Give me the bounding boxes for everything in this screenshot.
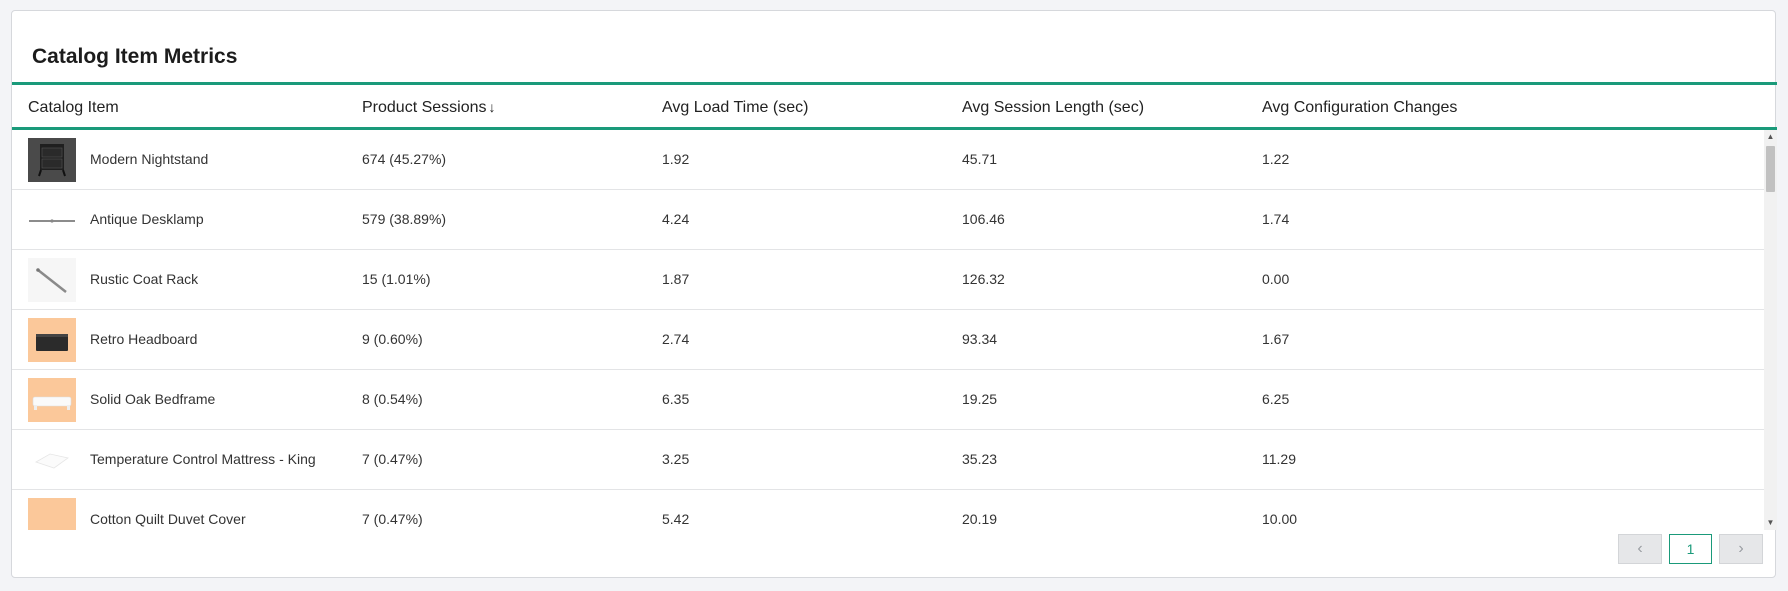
chevron-left-icon: ‹ bbox=[1637, 540, 1643, 557]
product-thumbnail bbox=[28, 138, 76, 182]
pagination: ‹ 1 › bbox=[1618, 534, 1763, 564]
cell-load-time: 5.42 bbox=[662, 511, 690, 527]
cell-item: Cotton Quilt Duvet Cover bbox=[90, 511, 246, 527]
cell-load-time: 4.24 bbox=[662, 211, 690, 227]
table-row[interactable]: Solid Oak Bedframe 8 (0.54%) 6.35 19.25 … bbox=[12, 370, 1764, 430]
cell-load-time: 6.35 bbox=[662, 391, 690, 407]
table-header: Catalog Item Product Sessions ↓ Avg Load … bbox=[12, 85, 1777, 127]
cell-sessions: 674 (45.27%) bbox=[362, 151, 447, 167]
cell-session-length: 20.19 bbox=[962, 511, 998, 527]
table-row[interactable]: Retro Headboard 9 (0.60%) 2.74 93.34 1.6… bbox=[12, 310, 1764, 370]
column-label: Avg Session Length (sec) bbox=[962, 99, 1145, 116]
prev-page-button[interactable]: ‹ bbox=[1618, 534, 1662, 564]
cell-config-changes: 11.29 bbox=[1262, 451, 1296, 467]
scroll-up-arrow-icon[interactable]: ▲ bbox=[1764, 130, 1777, 144]
table-row[interactable]: Modern Nightstand 674 (45.27%) 1.92 45.7… bbox=[12, 130, 1764, 190]
bedframe-image bbox=[32, 396, 72, 410]
product-thumbnail bbox=[28, 258, 76, 302]
cell-session-length: 106.46 bbox=[962, 211, 1005, 227]
column-header-catalog-item[interactable]: Catalog Item bbox=[28, 99, 119, 117]
cell-load-time: 1.92 bbox=[662, 151, 690, 167]
column-header-avg-load-time[interactable]: Avg Load Time (sec) bbox=[662, 99, 808, 117]
mattress-image bbox=[35, 453, 69, 469]
cell-config-changes: 6.25 bbox=[1262, 391, 1290, 407]
next-page-button[interactable]: › bbox=[1719, 534, 1763, 564]
cell-item: Retro Headboard bbox=[90, 331, 198, 347]
column-label: Avg Load Time (sec) bbox=[662, 99, 809, 116]
chevron-right-icon: › bbox=[1738, 540, 1744, 557]
nightstand-image bbox=[28, 138, 76, 182]
cell-item: Modern Nightstand bbox=[90, 151, 209, 167]
cell-sessions: 9 (0.60%) bbox=[362, 331, 423, 347]
scroll-down-arrow-icon[interactable]: ▼ bbox=[1764, 516, 1777, 530]
cell-load-time: 1.87 bbox=[662, 271, 690, 287]
cell-session-length: 35.23 bbox=[962, 451, 998, 467]
cell-item: Solid Oak Bedframe bbox=[90, 391, 216, 407]
cell-sessions: 579 (38.89%) bbox=[362, 211, 447, 227]
column-header-product-sessions[interactable]: Product Sessions ↓ bbox=[362, 99, 496, 117]
product-thumbnail bbox=[28, 498, 76, 530]
cell-load-time: 3.25 bbox=[662, 451, 690, 467]
table-row[interactable]: Temperature Control Mattress - King 7 (0… bbox=[12, 430, 1764, 490]
cell-config-changes: 1.22 bbox=[1262, 151, 1290, 167]
arrow-down-icon: ↓ bbox=[488, 99, 496, 115]
product-thumbnail bbox=[28, 318, 76, 362]
cell-item: Antique Desklamp bbox=[90, 211, 204, 227]
cell-session-length: 93.34 bbox=[962, 331, 998, 347]
table-scrollbar[interactable]: ▲ ▼ bbox=[1764, 130, 1777, 530]
card-title: Catalog Item Metrics bbox=[32, 45, 238, 68]
headboard-image bbox=[36, 334, 68, 351]
cell-sessions: 7 (0.47%) bbox=[362, 511, 423, 527]
cell-config-changes: 1.74 bbox=[1262, 211, 1290, 227]
table-row[interactable]: Cotton Quilt Duvet Cover 7 (0.47%) 5.42 … bbox=[12, 490, 1764, 530]
table-row[interactable]: Antique Desklamp 579 (38.89%) 4.24 106.4… bbox=[12, 190, 1764, 250]
cell-config-changes: 10.00 bbox=[1262, 511, 1298, 527]
cell-item: Temperature Control Mattress - King bbox=[90, 451, 316, 467]
table-body[interactable]: Modern Nightstand 674 (45.27%) 1.92 45.7… bbox=[12, 130, 1764, 530]
column-label: Catalog Item bbox=[28, 99, 119, 116]
cell-config-changes: 1.67 bbox=[1262, 331, 1290, 347]
product-thumbnail bbox=[28, 198, 76, 242]
product-thumbnail bbox=[28, 378, 76, 422]
scrollbar-thumb[interactable] bbox=[1766, 146, 1775, 192]
cell-sessions: 15 (1.01%) bbox=[362, 271, 431, 287]
cell-session-length: 19.25 bbox=[962, 391, 998, 407]
cell-session-length: 126.32 bbox=[962, 271, 1005, 287]
column-header-avg-configuration-changes[interactable]: Avg Configuration Changes bbox=[1262, 99, 1457, 117]
table-row[interactable]: Rustic Coat Rack 15 (1.01%) 1.87 126.32 … bbox=[12, 250, 1764, 310]
column-label: Product Sessions bbox=[362, 99, 487, 116]
cell-session-length: 45.71 bbox=[962, 151, 998, 167]
cell-item: Rustic Coat Rack bbox=[90, 271, 199, 287]
cell-sessions: 7 (0.47%) bbox=[362, 451, 423, 467]
duvet-cover-image bbox=[28, 498, 76, 530]
desklamp-image bbox=[29, 219, 75, 223]
cell-sessions: 8 (0.54%) bbox=[362, 391, 423, 407]
column-header-avg-session-length[interactable]: Avg Session Length (sec) bbox=[962, 99, 1144, 117]
product-thumbnail bbox=[28, 438, 76, 482]
catalog-metrics-card: Catalog Item Metrics Catalog Item Produc… bbox=[11, 10, 1777, 578]
cell-config-changes: 0.00 bbox=[1262, 271, 1290, 287]
cell-load-time: 2.74 bbox=[662, 331, 690, 347]
coat-rack-image bbox=[36, 268, 67, 293]
column-label: Avg Configuration Changes bbox=[1262, 99, 1458, 116]
page-number-button[interactable]: 1 bbox=[1669, 534, 1712, 564]
